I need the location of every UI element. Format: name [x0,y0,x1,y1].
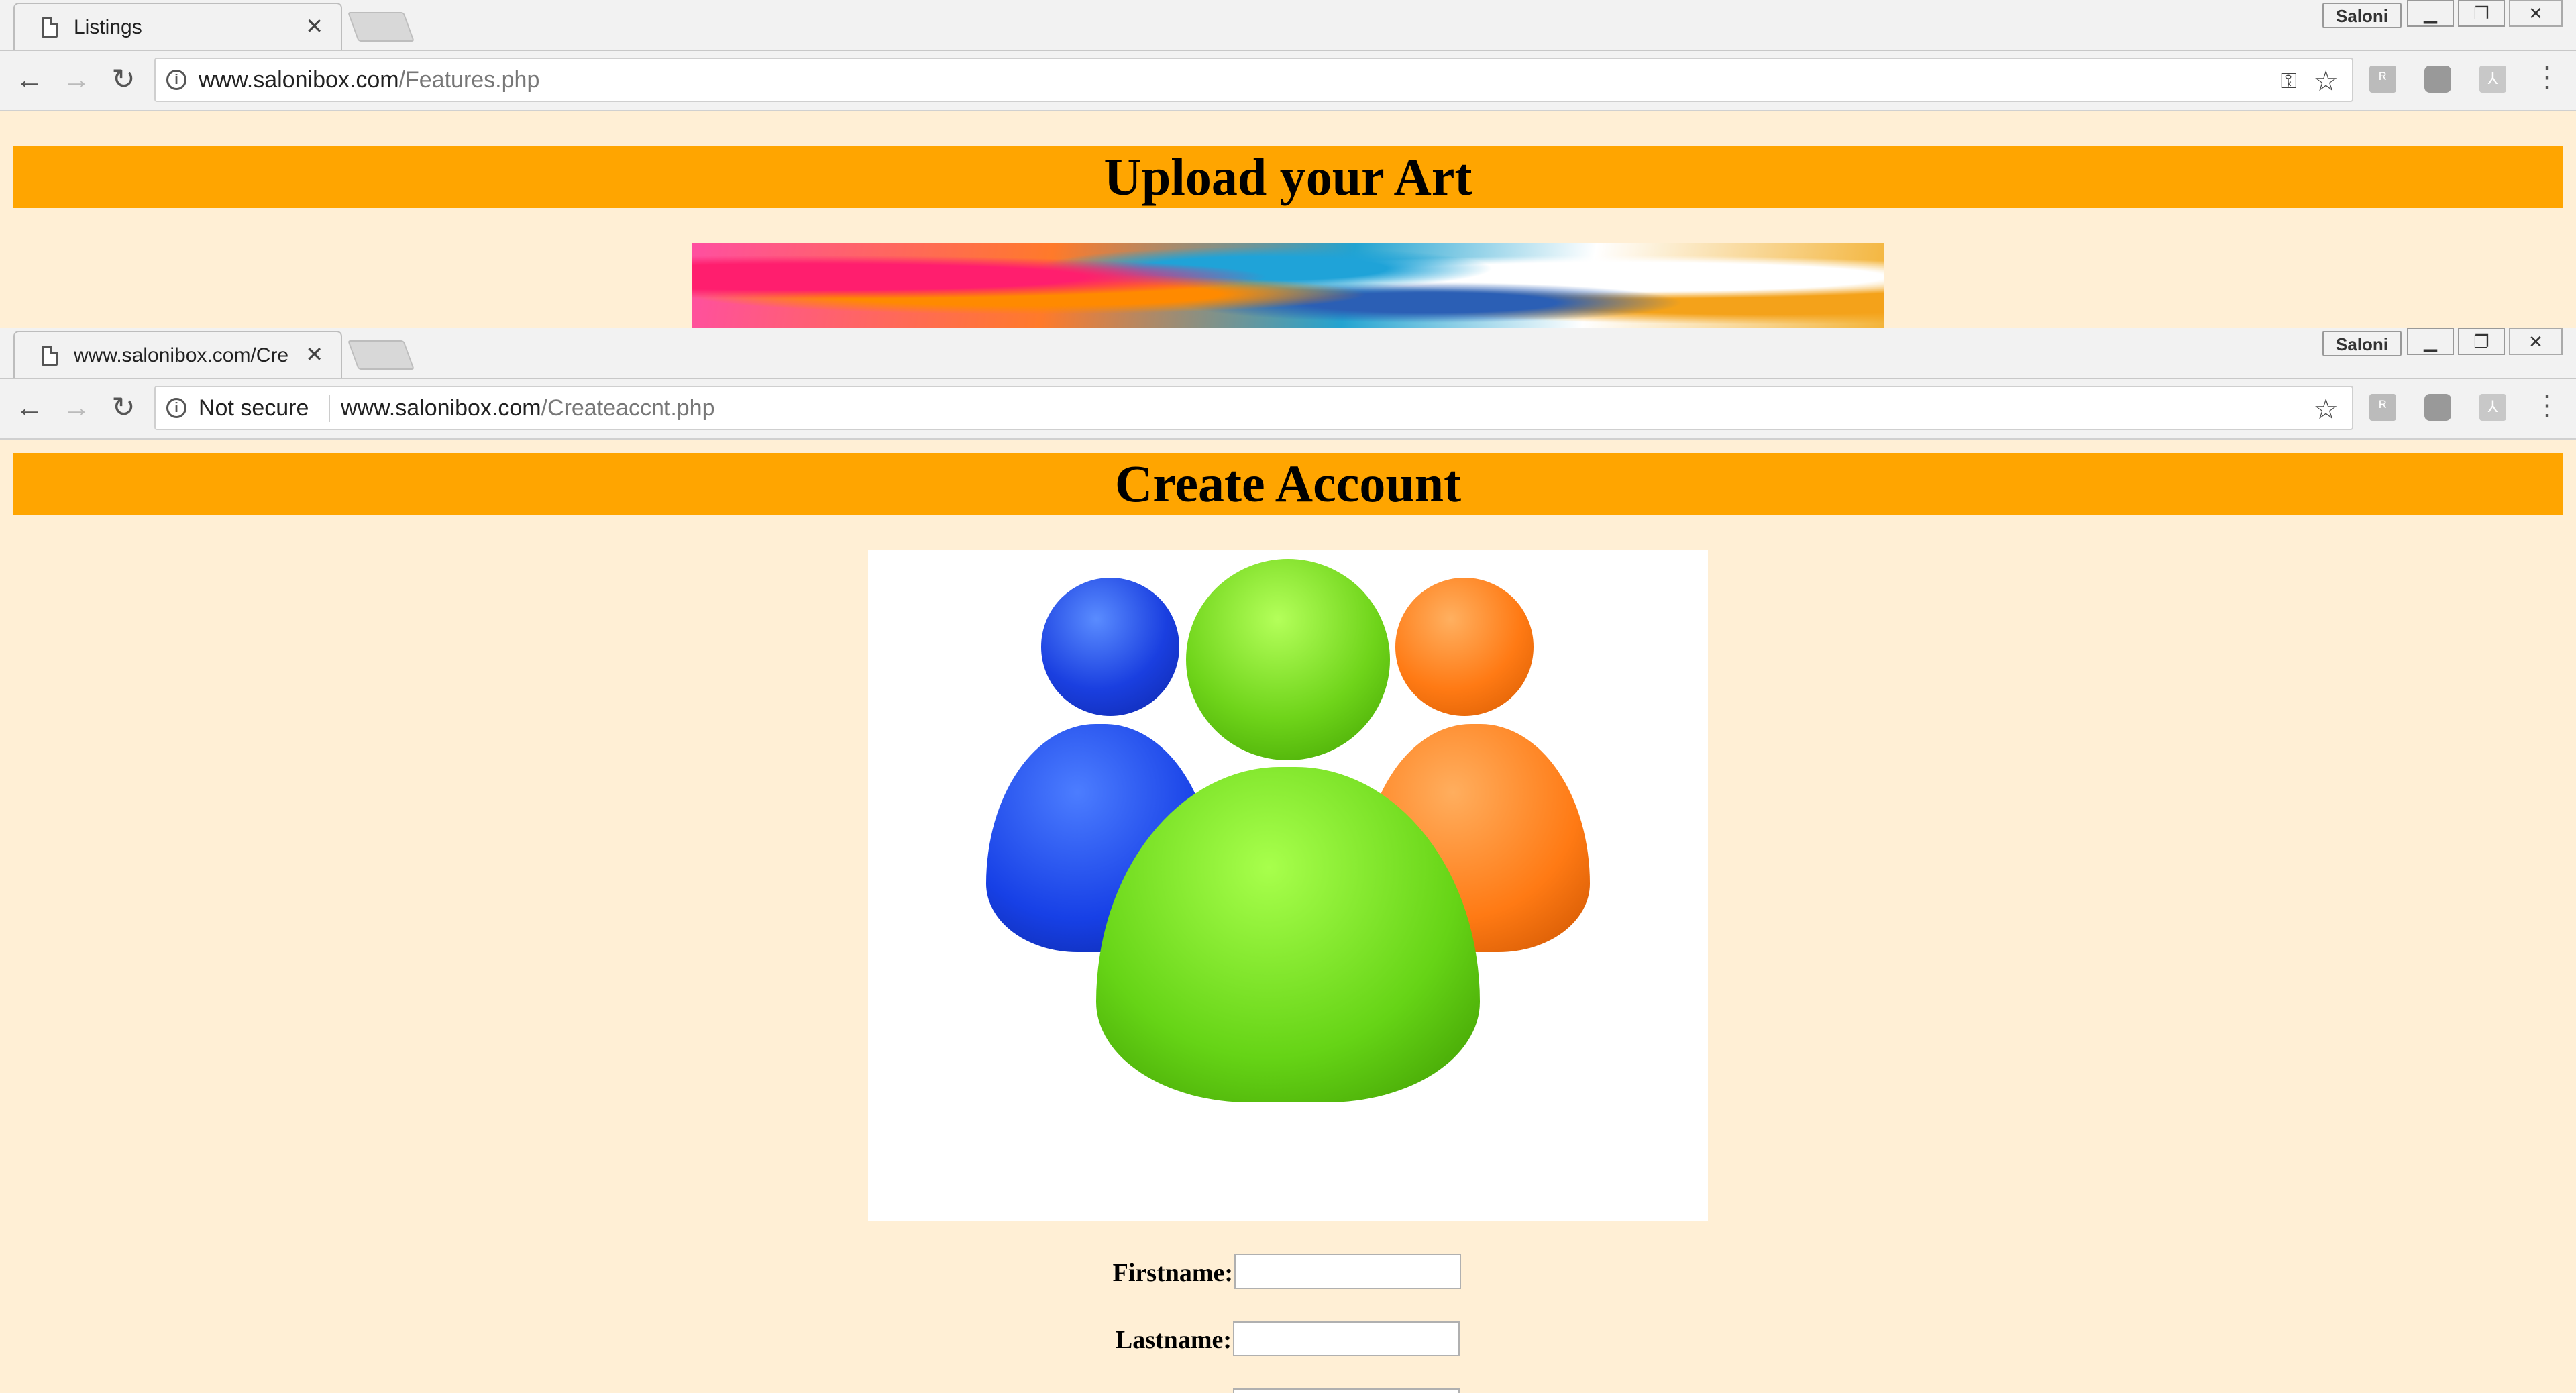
address-bar[interactable]: i www.salonibox.com/Features.php ⚿ ☆ [154,58,2353,102]
minimize-button[interactable]: ▁ [2407,328,2454,355]
tab-title: Listings [74,16,142,38]
window-controls: ▁ ❐ ✕ [2407,0,2563,28]
profile-button[interactable]: Saloni [2322,331,2402,356]
tab-title: www.salonibox.com/Cre [74,344,289,366]
page-title: Create Account [13,453,2563,515]
lastname-row: Lastname: [805,1321,1476,1361]
close-tab-icon[interactable]: ✕ [305,342,323,367]
window-controls: ▁ ❐ ✕ [2407,328,2563,356]
page-title: Upload your Art [13,146,2563,208]
page-icon [42,17,58,38]
tab-listings[interactable]: Listings ✕ [13,3,342,50]
new-tab-button[interactable] [347,340,415,370]
bookmark-star-icon[interactable]: ☆ [2313,393,2339,425]
back-arrow-icon[interactable]: ← [11,390,48,425]
next-field-partial[interactable] [1233,1388,1460,1393]
url-text: www.salonibox.com/Createaccnt.php [341,395,715,421]
close-tab-icon[interactable]: ✕ [305,13,323,39]
pdf-extension-icon[interactable]: ⅄ [2479,394,2506,421]
restore-button[interactable]: ❐ [2458,328,2505,355]
firstname-label: Firstname: [1112,1259,1233,1287]
close-window-button[interactable]: ✕ [2509,0,2563,27]
tab-strip: www.salonibox.com/Cre ✕ Saloni ▁ ❐ ✕ [0,328,2576,379]
address-bar[interactable]: i Not secure www.salonibox.com/Createacc… [154,386,2353,430]
extension-icon[interactable]: ᴿ [2369,66,2396,93]
restore-button[interactable]: ❐ [2458,0,2505,27]
lastname-field[interactable] [1233,1321,1460,1356]
extension-icon[interactable] [2424,66,2451,93]
lastname-label: Lastname: [1115,1326,1232,1354]
kebab-menu-icon[interactable]: ⋮ [2533,60,2561,93]
browser-toolbar: ← → ↻ i www.salonibox.com/Features.php ⚿… [0,51,2576,111]
key-icon[interactable]: ⚿ [2281,68,2297,94]
firstname-row: Firstname: [805,1254,1476,1294]
info-icon[interactable]: i [166,70,186,90]
users-illustration [868,550,1708,1221]
forward-arrow-icon[interactable]: → [58,390,95,425]
art-banner-image [692,243,1884,328]
kebab-menu-icon[interactable]: ⋮ [2533,389,2561,421]
new-tab-button[interactable] [347,12,415,42]
divider [329,395,330,422]
browser-window-features: Listings ✕ Saloni ▁ ❐ ✕ ← → ↻ i www.salo… [0,0,2576,328]
profile-button[interactable]: Saloni [2322,3,2402,28]
info-icon[interactable]: i [166,398,186,418]
bookmark-star-icon[interactable]: ☆ [2313,64,2339,97]
pdf-extension-icon[interactable]: ⅄ [2479,66,2506,93]
firstname-field[interactable] [1234,1254,1461,1289]
reload-icon[interactable]: ↻ [105,390,142,425]
browser-toolbar: ← → ↻ i Not secure www.salonibox.com/Cre… [0,379,2576,440]
back-arrow-icon[interactable]: ← [11,62,48,97]
tab-create-account[interactable]: www.salonibox.com/Cre ✕ [13,331,342,378]
minimize-button[interactable]: ▁ [2407,0,2454,27]
browser-window-create-account: www.salonibox.com/Cre ✕ Saloni ▁ ❐ ✕ ← →… [0,328,2576,1393]
reload-icon[interactable]: ↻ [105,62,142,97]
url-text: www.salonibox.com/Features.php [199,67,540,93]
extension-icon[interactable]: ᴿ [2369,394,2396,421]
security-indicator[interactable]: Not secure [199,395,309,421]
page-icon [42,346,58,366]
extension-icon[interactable] [2424,394,2451,421]
tab-strip: Listings ✕ Saloni ▁ ❐ ✕ [0,0,2576,51]
forward-arrow-icon[interactable]: → [58,62,95,97]
close-window-button[interactable]: ✕ [2509,328,2563,355]
